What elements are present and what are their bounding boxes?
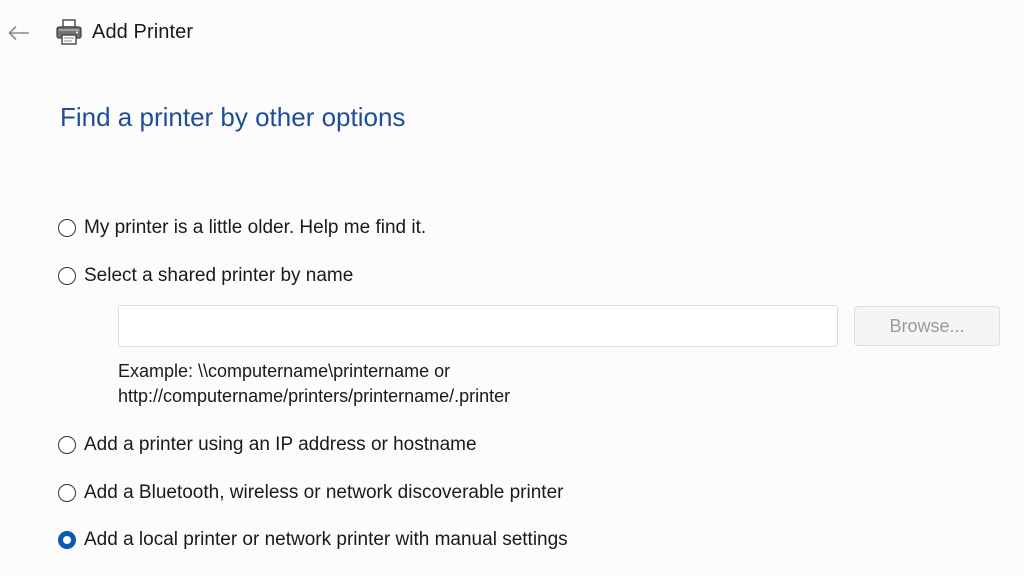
radio-button[interactable] — [58, 436, 76, 454]
radio-button[interactable] — [58, 267, 76, 285]
add-printer-dialog: Add Printer Find a printer by other opti… — [0, 0, 1024, 576]
example-text-line2: http://computername/printers/printername… — [118, 386, 511, 406]
title-bar: Add Printer — [0, 0, 1024, 64]
option-label: Add a local printer or network printer w… — [84, 529, 568, 550]
radio-button-selected[interactable] — [58, 531, 76, 549]
back-arrow-icon — [8, 25, 29, 41]
browse-button[interactable]: Browse... — [854, 306, 1000, 346]
option-local-manual[interactable]: Add a local printer or network printer w… — [58, 527, 568, 553]
radio-button[interactable] — [58, 484, 76, 502]
page-heading: Find a printer by other options — [60, 102, 406, 132]
back-button[interactable] — [6, 20, 32, 46]
option-label: Add a printer using an IP address or hos… — [84, 434, 477, 455]
printer-icon — [56, 19, 82, 45]
option-label: Add a Bluetooth, wireless or network dis… — [84, 482, 564, 503]
window-title: Add Printer — [92, 21, 194, 43]
option-bluetooth-wireless[interactable]: Add a Bluetooth, wireless or network dis… — [58, 480, 563, 506]
option-ip-hostname[interactable]: Add a printer using an IP address or hos… — [58, 432, 477, 458]
option-label: My printer is a little older. Help me fi… — [84, 217, 427, 238]
shared-printer-name-input[interactable] — [118, 305, 838, 347]
option-shared-printer[interactable]: Select a shared printer by name — [58, 263, 353, 289]
option-label: Select a shared printer by name — [84, 265, 354, 286]
example-text-line1: Example: \\computername\printername or — [118, 361, 451, 381]
radio-button[interactable] — [58, 219, 76, 237]
option-older-printer[interactable]: My printer is a little older. Help me fi… — [58, 215, 426, 241]
